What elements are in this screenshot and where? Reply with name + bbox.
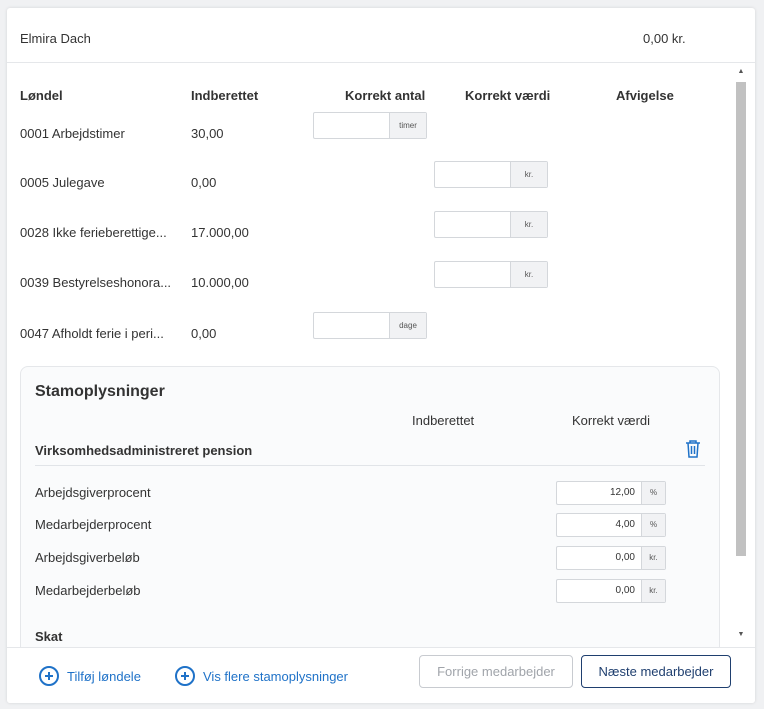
pension-section-title: Virksomhedsadministreret pension bbox=[35, 443, 253, 458]
previous-employee-button[interactable]: Forrige medarbejder bbox=[419, 655, 573, 688]
row-reported: 30,00 bbox=[191, 126, 224, 141]
col-header-korrekt-antal: Korrekt antal bbox=[345, 88, 426, 103]
show-more-stamoplysninger-link[interactable]: Vis flere stamoplysninger bbox=[175, 666, 348, 686]
employee-amount: 0,00 kr. bbox=[643, 31, 686, 46]
input-field[interactable] bbox=[314, 113, 390, 138]
plus-circle-icon bbox=[39, 666, 59, 686]
col-header-korrekt-vaerdi: Korrekt værdi bbox=[465, 88, 551, 103]
field-label: Medarbejderbeløb bbox=[35, 583, 141, 598]
plus-circle-icon bbox=[175, 666, 195, 686]
medarbejderprocent-input[interactable]: 4,00 % bbox=[556, 513, 666, 537]
add-lonndele-label: Tilføj løndele bbox=[67, 668, 141, 684]
col-header-indberettet: Indberettet bbox=[191, 88, 259, 103]
unit-addon: kr. bbox=[510, 262, 547, 287]
employee-name: Elmira Dach bbox=[20, 31, 91, 46]
input-value[interactable]: 0,00 bbox=[616, 580, 635, 602]
korrekt-vaerdi-input[interactable]: kr. bbox=[434, 161, 548, 188]
unit-addon: kr. bbox=[641, 547, 665, 569]
col-header-lonndel: Løndel bbox=[20, 88, 63, 103]
row-reported: 17.000,00 bbox=[191, 225, 249, 240]
korrekt-vaerdi-input[interactable]: kr. bbox=[434, 211, 548, 238]
caret-up-icon[interactable]: ▲ bbox=[737, 68, 745, 75]
input-value[interactable]: 12,00 bbox=[610, 482, 635, 504]
scrollbar-thumb[interactable] bbox=[736, 82, 746, 556]
skat-section-title: Skat bbox=[35, 629, 63, 644]
row-label: 0028 Ikke ferieberettige... bbox=[20, 225, 167, 240]
col-header-indberettet: Indberettet bbox=[412, 413, 475, 428]
unit-addon: kr. bbox=[510, 212, 547, 237]
footer-bar: Tilføj løndele Vis flere stamoplysninger… bbox=[7, 647, 755, 703]
row-reported: 0,00 bbox=[191, 175, 217, 190]
input-value[interactable]: 4,00 bbox=[616, 514, 635, 536]
unit-addon: kr. bbox=[510, 162, 547, 187]
trash-icon[interactable] bbox=[684, 439, 702, 459]
korrekt-vaerdi-input[interactable]: kr. bbox=[434, 261, 548, 288]
add-lonndele-link[interactable]: Tilføj løndele bbox=[39, 666, 141, 686]
field-label: Medarbejderprocent bbox=[35, 517, 152, 532]
arbejdsgiverbeloeb-input[interactable]: 0,00 kr. bbox=[556, 546, 666, 570]
next-employee-button[interactable]: Næste medarbejder bbox=[581, 655, 731, 688]
unit-addon: kr. bbox=[641, 580, 665, 602]
unit-addon: timer bbox=[389, 113, 426, 138]
employee-header: Elmira Dach 0,00 kr. bbox=[7, 8, 755, 63]
input-field[interactable] bbox=[314, 313, 390, 338]
section-divider bbox=[35, 465, 705, 466]
vertical-scrollbar[interactable]: ▲ ▼ bbox=[736, 68, 746, 643]
row-label: 0039 Bestyrelseshonora... bbox=[20, 275, 172, 290]
col-header-afvigelse: Afvigelse bbox=[616, 88, 674, 103]
input-field[interactable] bbox=[435, 162, 511, 187]
row-reported: 10.000,00 bbox=[191, 275, 249, 290]
input-value[interactable]: 0,00 bbox=[616, 547, 635, 569]
stamoplysninger-title: Stamoplysninger bbox=[35, 383, 165, 400]
unit-addon: dage bbox=[389, 313, 426, 338]
col-header-korrekt-vaerdi: Korrekt værdi bbox=[572, 413, 651, 428]
caret-down-icon[interactable]: ▼ bbox=[737, 631, 745, 638]
unit-addon: % bbox=[641, 514, 665, 536]
field-label: Arbejdsgiverprocent bbox=[35, 485, 151, 500]
korrekt-antal-input[interactable]: timer bbox=[313, 112, 427, 139]
field-label: Arbejdsgiverbeløb bbox=[35, 550, 140, 565]
arbejdsgiverprocent-input[interactable]: 12,00 % bbox=[556, 481, 666, 505]
row-label: 0001 Arbejdstimer bbox=[20, 126, 125, 141]
stamoplysninger-panel: Stamoplysninger Indberettet Korrekt værd… bbox=[20, 366, 720, 647]
row-label: 0005 Julegave bbox=[20, 175, 105, 190]
row-label: 0047 Afholdt ferie i peri... bbox=[20, 326, 164, 341]
medarbejderbeloeb-input[interactable]: 0,00 kr. bbox=[556, 579, 666, 603]
scroll-content[interactable]: Løndel Indberettet Korrekt antal Korrekt… bbox=[7, 64, 755, 647]
unit-addon: % bbox=[641, 482, 665, 504]
employee-correction-card: Elmira Dach 0,00 kr. Løndel Indberettet … bbox=[7, 8, 755, 703]
row-reported: 0,00 bbox=[191, 326, 217, 341]
korrekt-antal-input[interactable]: dage bbox=[313, 312, 427, 339]
input-field[interactable] bbox=[435, 262, 511, 287]
show-more-label: Vis flere stamoplysninger bbox=[203, 668, 348, 684]
input-field[interactable] bbox=[435, 212, 511, 237]
